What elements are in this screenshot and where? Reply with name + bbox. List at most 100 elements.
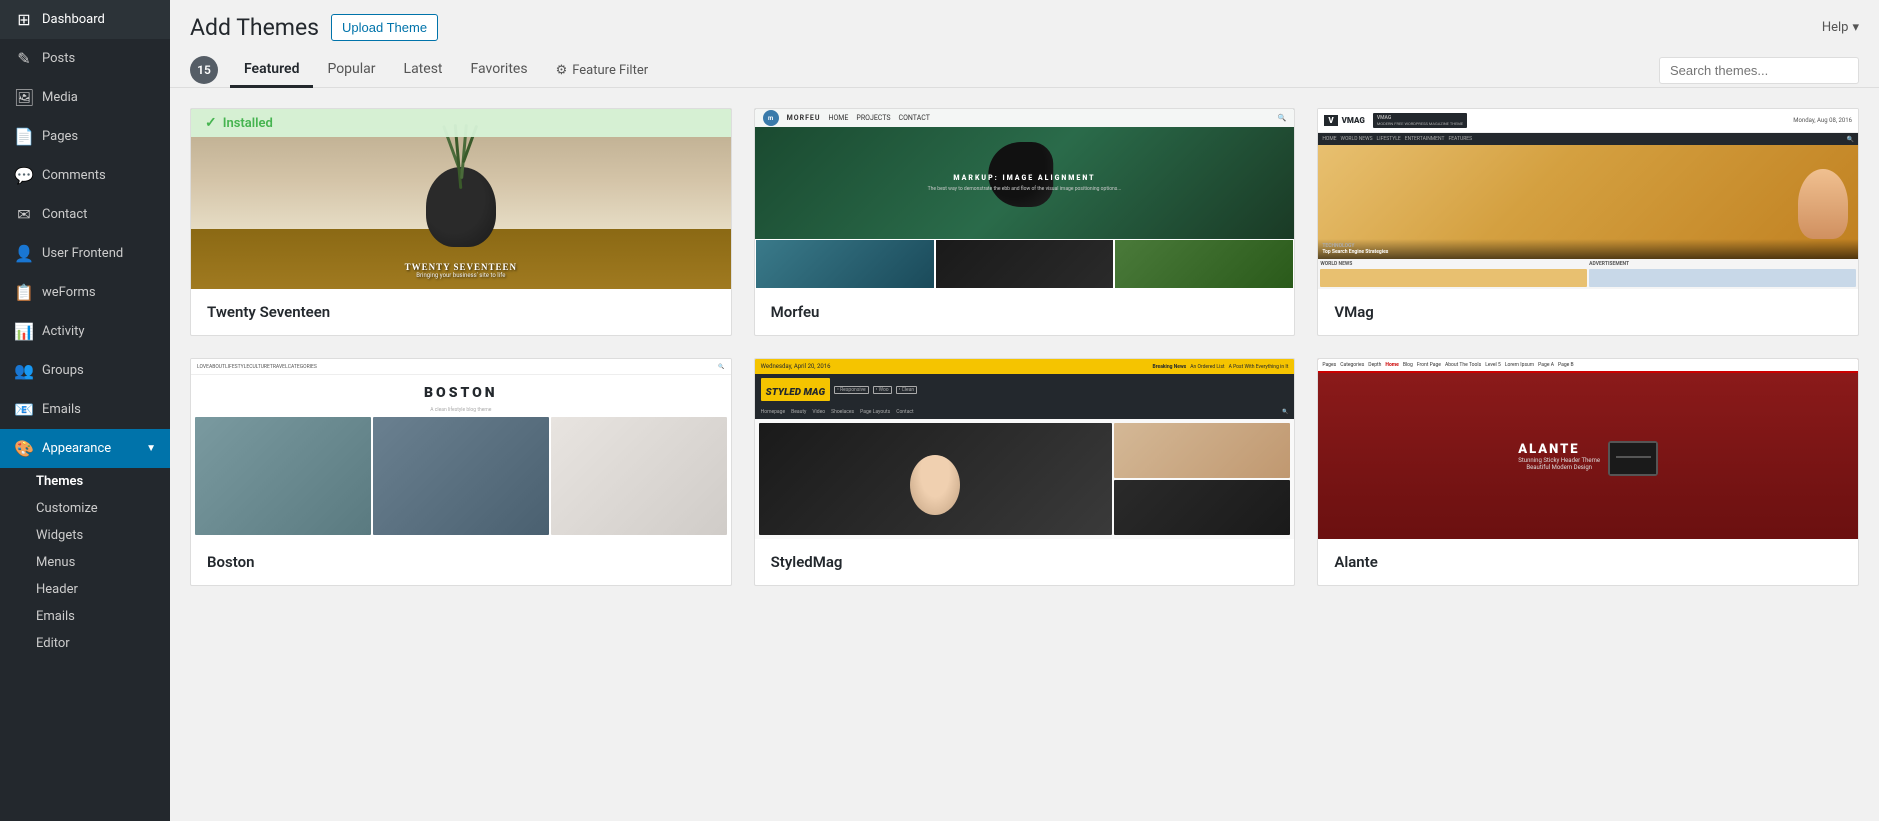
theme-card-boston[interactable]: LOVE ABOUT LIFESTYLE CULTURE TRAVEL CATE… <box>190 358 732 586</box>
sidebar-sub-item-editor[interactable]: Editor <box>0 630 170 657</box>
alante-nav-page-a: Page A <box>1538 362 1554 368</box>
user-frontend-icon: 👤 <box>14 244 34 263</box>
theme-card-alante[interactable]: Pages Categories Depth Home Blog Front P… <box>1317 358 1859 586</box>
sidebar-item-groups[interactable]: 👥 Groups <box>0 351 170 390</box>
vmag-logo: V <box>1324 115 1337 126</box>
sidebar-sub-item-menus[interactable]: Menus <box>0 549 170 576</box>
sidebar-item-appearance[interactable]: 🎨 Appearance ▼ <box>0 429 170 468</box>
search-themes-wrap <box>1659 57 1859 84</box>
vmag-nav-home: HOME <box>1322 136 1336 142</box>
search-themes-input[interactable] <box>1659 57 1859 84</box>
theme-card-twenty-seventeen[interactable]: ✓ Installed <box>190 108 732 336</box>
alante-device-mockup <box>1608 441 1658 476</box>
alante-nav-depth: Depth <box>1368 362 1381 368</box>
boston-search-icon: 🔍 <box>718 364 724 370</box>
styledmag-nav-video: Video <box>812 409 825 415</box>
upload-theme-button[interactable]: Upload Theme <box>331 14 438 41</box>
media-icon: 🖼 <box>14 88 34 107</box>
appearance-icon: 🎨 <box>14 439 34 458</box>
alante-hero: ALANTE Stunning Sticky Header Theme Beau… <box>1318 373 1858 539</box>
theme-name-twenty-seventeen: Twenty Seventeen <box>191 289 731 335</box>
sidebar-sub-item-themes[interactable]: Themes <box>0 468 170 495</box>
styledmag-nav-page-layouts: Page Layouts <box>860 409 890 415</box>
styledmag-nav-homepage: Homepage <box>761 409 785 415</box>
theme-card-styledmag[interactable]: Wednesday, April 20, 2016 Breaking News … <box>754 358 1296 586</box>
morfeu-hero: MARKUP: IMAGE ALIGNMENT The best way to … <box>755 127 1295 239</box>
sidebar-sub-item-widgets[interactable]: Widgets <box>0 522 170 549</box>
alante-subtitle-1: Stunning Sticky Header Theme <box>1518 457 1600 464</box>
sidebar-item-media[interactable]: 🖼 Media <box>0 78 170 117</box>
sidebar-item-user-frontend[interactable]: 👤 User Frontend <box>0 234 170 273</box>
hero-content: MARKUP: IMAGE ALIGNMENT The best way to … <box>920 166 1130 201</box>
vmag-meta: Monday, Aug 08, 2016 <box>1793 117 1852 124</box>
boston-subtitle: A clean lifestyle blog theme <box>191 407 731 413</box>
sidebar-item-comments[interactable]: 💬 Comments <box>0 156 170 195</box>
sidebar-item-activity[interactable]: 📊 Activity <box>0 312 170 351</box>
theme-screenshot-vmag: V VMAG VMAG MODERN FREE WORDPRESS MAGAZI… <box>1318 109 1858 289</box>
page-title-area: Add Themes Upload Theme <box>190 14 438 41</box>
themes-grid: ✓ Installed <box>170 88 1879 606</box>
styledmag-tag-woo: • Woo <box>873 386 892 394</box>
alante-nav-front-page: Front Page <box>1417 362 1441 368</box>
styledmag-logo: STYLED MAG <box>761 378 831 401</box>
morfeu-thumb-2 <box>935 239 1115 289</box>
tab-favorites[interactable]: Favorites <box>457 53 542 88</box>
sidebar-sub-item-header[interactable]: Header <box>0 576 170 603</box>
morfeu-nav-projects: PROJECTS <box>856 114 890 122</box>
sidebar-item-emails[interactable]: 📧 Emails <box>0 390 170 429</box>
sidebar-submenu-appearance: Themes Customize Widgets Menus Header Em… <box>0 468 170 657</box>
weforms-icon: 📋 <box>14 283 34 302</box>
gear-icon: ⚙ <box>556 63 568 78</box>
theme-card-vmag[interactable]: V VMAG VMAG MODERN FREE WORDPRESS MAGAZI… <box>1317 108 1859 336</box>
theme-screenshot-styledmag: Wednesday, April 20, 2016 Breaking News … <box>755 359 1295 539</box>
vmag-nav-world: WORLD NEWS <box>1341 136 1373 142</box>
sidebar-sub-label-widgets: Widgets <box>36 528 83 543</box>
styledmag-tag-responsive: • Responsive <box>834 386 869 394</box>
help-button[interactable]: Help ▾ <box>1822 20 1859 35</box>
tab-popular[interactable]: Popular <box>313 53 389 88</box>
vmag-ad-img <box>1589 269 1856 287</box>
sidebar-sub-item-customize[interactable]: Customize <box>0 495 170 522</box>
styledmag-tag-clean: • Clean <box>896 386 918 394</box>
vmag-nav-features: FEATURES <box>1448 136 1472 142</box>
appearance-arrow-icon: ▼ <box>146 443 156 454</box>
sidebar-sub-item-emails[interactable]: Emails <box>0 603 170 630</box>
alante-mockup: Pages Categories Depth Home Blog Front P… <box>1318 359 1858 539</box>
sidebar-item-pages[interactable]: 📄 Pages <box>0 117 170 156</box>
alante-nav-about-tools: About The Tools <box>1445 362 1481 368</box>
boston-nav: LOVE ABOUT LIFESTYLE CULTURE TRAVEL CATE… <box>191 359 731 375</box>
vmag-nav-entertainment: ENTERTAINMENT <box>1405 136 1445 142</box>
sidebar-item-weforms[interactable]: 📋 weForms <box>0 273 170 312</box>
alante-title: ALANTE <box>1518 442 1600 457</box>
contact-icon: ✉ <box>14 205 34 224</box>
tab-latest[interactable]: Latest <box>390 53 457 88</box>
boston-nav-lifestyle: LIFESTYLE <box>225 364 249 370</box>
morfeu-nav-contact: CONTACT <box>899 114 930 122</box>
boston-nav-travel: TRAVEL <box>270 364 288 370</box>
sidebar-label-media: Media <box>42 90 78 105</box>
feature-filter-button[interactable]: ⚙ Feature Filter <box>542 55 663 86</box>
alante-nav-level-5: Level 5 <box>1485 362 1501 368</box>
styledmag-mockup: Wednesday, April 20, 2016 Breaking News … <box>755 359 1295 539</box>
theme-screenshot-alante: Pages Categories Depth Home Blog Front P… <box>1318 359 1858 539</box>
sidebar-sub-label-menus: Menus <box>36 555 75 570</box>
sidebar-label-pages: Pages <box>42 129 78 144</box>
styledmag-search-icon: 🔍 <box>1282 409 1288 415</box>
installed-label: Installed <box>223 116 273 131</box>
boston-img-2 <box>373 417 549 535</box>
sidebar-label-posts: Posts <box>42 51 75 66</box>
alante-nav-lorem: Lorem Ipsum <box>1505 362 1534 368</box>
sidebar-item-posts[interactable]: ✎ Posts <box>0 39 170 78</box>
groups-icon: 👥 <box>14 361 34 380</box>
vmag-featured-image: TECHNOLOGY Top Search Engine Strategies <box>1318 145 1858 259</box>
sidebar-item-contact[interactable]: ✉ Contact <box>0 195 170 234</box>
theme-card-morfeu[interactable]: m MORFEU HOME PROJECTS CONTACT 🔍 MARKUP:… <box>754 108 1296 336</box>
vmag-bottom-label-world: WORLD NEWS <box>1320 261 1587 287</box>
sidebar-item-dashboard[interactable]: ⊞ Dashboard <box>0 0 170 39</box>
boston-nav-categories: CATEGORIES <box>288 364 317 370</box>
help-label: Help <box>1822 20 1849 35</box>
topbar: Add Themes Upload Theme Help ▾ <box>170 0 1879 41</box>
tab-featured[interactable]: Featured <box>230 53 313 88</box>
styledmag-logo-text: STYLED MAG <box>766 387 826 398</box>
alante-subtitle-2: Beautiful Modern Design <box>1518 464 1600 471</box>
